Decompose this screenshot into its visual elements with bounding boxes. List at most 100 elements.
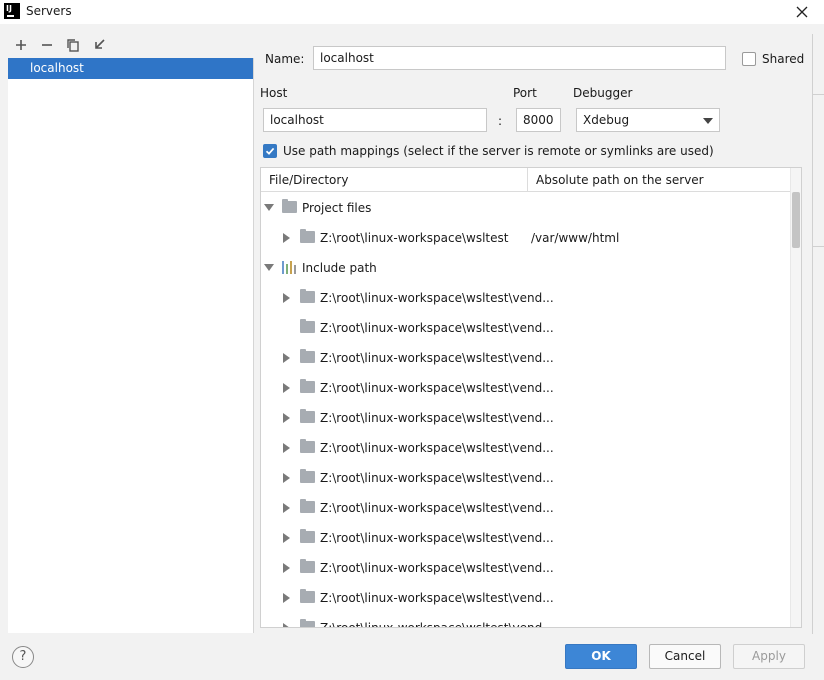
row-file-directory: Include path (302, 261, 377, 275)
row-file-directory: Project files (302, 201, 372, 215)
chevron-down-icon (703, 118, 713, 124)
table-row[interactable]: Z:\root\linux-workspace\wsltest\vend... (261, 613, 791, 628)
shared-label: Shared (762, 52, 805, 66)
host-label: Host (260, 86, 288, 100)
path-mappings-table: File/Directory Absolute path on the serv… (260, 167, 802, 628)
right-edge-panel (812, 34, 824, 634)
collapse-arrow-right-icon[interactable] (283, 293, 290, 303)
table-row[interactable]: Z:\root\linux-workspace\wsltest\vend... (261, 583, 791, 613)
row-server-path[interactable]: /var/www/html (531, 223, 619, 253)
row-file-directory: Z:\root\linux-workspace\wsltest\vend... (320, 351, 554, 365)
row-file-directory: Z:\root\linux-workspace\wsltest (320, 231, 509, 245)
app-logo-text: IJ (6, 4, 12, 13)
copy-server-button[interactable] (62, 34, 84, 56)
collapse-arrow-right-icon[interactable] (283, 623, 290, 627)
server-list: localhost (8, 58, 254, 633)
table-header: File/Directory Absolute path on the serv… (261, 168, 791, 192)
folder-icon (300, 319, 315, 333)
row-file-directory: Z:\root\linux-workspace\wsltest\vend... (320, 471, 554, 485)
vertical-scrollbar[interactable] (790, 168, 801, 627)
table-row[interactable]: Z:\root\linux-workspace\wsltest\vend... (261, 373, 791, 403)
scrollbar-thumb[interactable] (792, 192, 800, 248)
use-path-mappings-label: Use path mappings (select if the server … (283, 144, 714, 158)
folder-icon (300, 469, 315, 483)
row-file-directory: Z:\root\linux-workspace\wsltest\vend... (320, 381, 554, 395)
collapse-arrow-right-icon[interactable] (283, 233, 290, 243)
collapse-arrow-right-icon[interactable] (283, 503, 290, 513)
close-button[interactable] (792, 2, 812, 22)
cancel-button[interactable]: Cancel (649, 644, 721, 669)
shared-checkbox[interactable] (742, 52, 756, 66)
row-file-directory: Z:\root\linux-workspace\wsltest\vend... (320, 561, 554, 575)
table-row[interactable]: Z:\root\linux-workspace\wsltest\vend... (261, 313, 791, 343)
debugger-label: Debugger (573, 86, 633, 100)
row-file-directory: Z:\root\linux-workspace\wsltest\vend... (320, 411, 554, 425)
table-row[interactable]: Z:\root\linux-workspace\wsltest\vend... (261, 283, 791, 313)
row-file-directory: Z:\root\linux-workspace\wsltest\vend... (320, 501, 554, 515)
folder-icon (300, 529, 315, 543)
import-server-button[interactable] (88, 34, 110, 56)
table-row[interactable]: Z:\root\linux-workspace\wsltest\vend... (261, 493, 791, 523)
table-body: Project files Z:\root\linux-workspace\wsl… (261, 193, 791, 628)
add-icon (16, 40, 26, 50)
table-row[interactable]: Z:\root\linux-workspace\wsltest\vend... (261, 463, 791, 493)
name-label: Name: (265, 52, 305, 66)
folder-icon (300, 439, 315, 453)
collapse-arrow-right-icon[interactable] (283, 443, 290, 453)
expand-arrow-down-icon[interactable] (264, 264, 274, 271)
folder-icon (300, 589, 315, 603)
remove-icon (42, 44, 52, 46)
expand-arrow-down-icon[interactable] (264, 204, 274, 211)
library-icon (282, 261, 296, 274)
collapse-arrow-right-icon[interactable] (283, 593, 290, 603)
folder-icon (300, 289, 315, 303)
collapse-arrow-right-icon[interactable] (283, 353, 290, 363)
folder-icon (300, 409, 315, 423)
table-row[interactable]: Z:\root\linux-workspace\wsltest/var/www/… (261, 223, 791, 253)
close-icon (796, 6, 808, 18)
collapse-arrow-right-icon[interactable] (283, 533, 290, 543)
ok-button[interactable]: OK (565, 644, 637, 669)
collapse-arrow-right-icon[interactable] (283, 413, 290, 423)
name-input[interactable]: localhost (313, 46, 726, 70)
column-header-file-directory[interactable]: File/Directory (261, 168, 527, 192)
collapse-arrow-right-icon[interactable] (283, 473, 290, 483)
apply-button[interactable]: Apply (733, 644, 805, 669)
window-title: Servers (26, 4, 72, 18)
port-input[interactable]: 8000 (516, 108, 561, 132)
intellij-logo-icon: IJ (4, 3, 20, 19)
row-file-directory: Z:\root\linux-workspace\wsltest\vend... (320, 591, 554, 605)
copy-icon (67, 39, 79, 52)
folder-icon (300, 559, 315, 573)
collapse-arrow-right-icon[interactable] (283, 383, 290, 393)
folder-icon (300, 619, 315, 627)
folder-icon (300, 349, 315, 363)
add-server-button[interactable] (10, 34, 32, 56)
row-file-directory: Z:\root\linux-workspace\wsltest\vend... (320, 621, 554, 628)
host-input[interactable]: localhost (263, 108, 487, 132)
debugger-select-value: Xdebug (583, 113, 630, 127)
host-port-separator: : (498, 114, 503, 128)
folder-icon (282, 199, 297, 213)
folder-icon (300, 499, 315, 513)
port-label: Port (513, 86, 537, 100)
remove-server-button[interactable] (36, 34, 58, 56)
folder-icon (300, 379, 315, 393)
import-icon (95, 39, 105, 49)
use-path-mappings-checkbox[interactable] (263, 144, 277, 158)
table-row[interactable]: Z:\root\linux-workspace\wsltest\vend... (261, 433, 791, 463)
row-file-directory: Z:\root\linux-workspace\wsltest\vend... (320, 531, 554, 545)
row-file-directory: Z:\root\linux-workspace\wsltest\vend... (320, 321, 554, 335)
table-row[interactable]: Z:\root\linux-workspace\wsltest\vend... (261, 343, 791, 373)
server-list-item-localhost[interactable]: localhost (8, 58, 253, 79)
table-row[interactable]: Include path (261, 253, 791, 283)
table-row[interactable]: Z:\root\linux-workspace\wsltest\vend... (261, 523, 791, 553)
collapse-arrow-right-icon[interactable] (283, 563, 290, 573)
table-row[interactable]: Z:\root\linux-workspace\wsltest\vend... (261, 553, 791, 583)
help-button[interactable]: ? (12, 646, 34, 668)
table-row[interactable]: Z:\root\linux-workspace\wsltest\vend... (261, 403, 791, 433)
column-header-absolute-path[interactable]: Absolute path on the server (527, 168, 791, 192)
row-file-directory: Z:\root\linux-workspace\wsltest\vend... (320, 291, 554, 305)
table-row[interactable]: Project files (261, 193, 791, 223)
debugger-select[interactable]: Xdebug (576, 108, 720, 132)
